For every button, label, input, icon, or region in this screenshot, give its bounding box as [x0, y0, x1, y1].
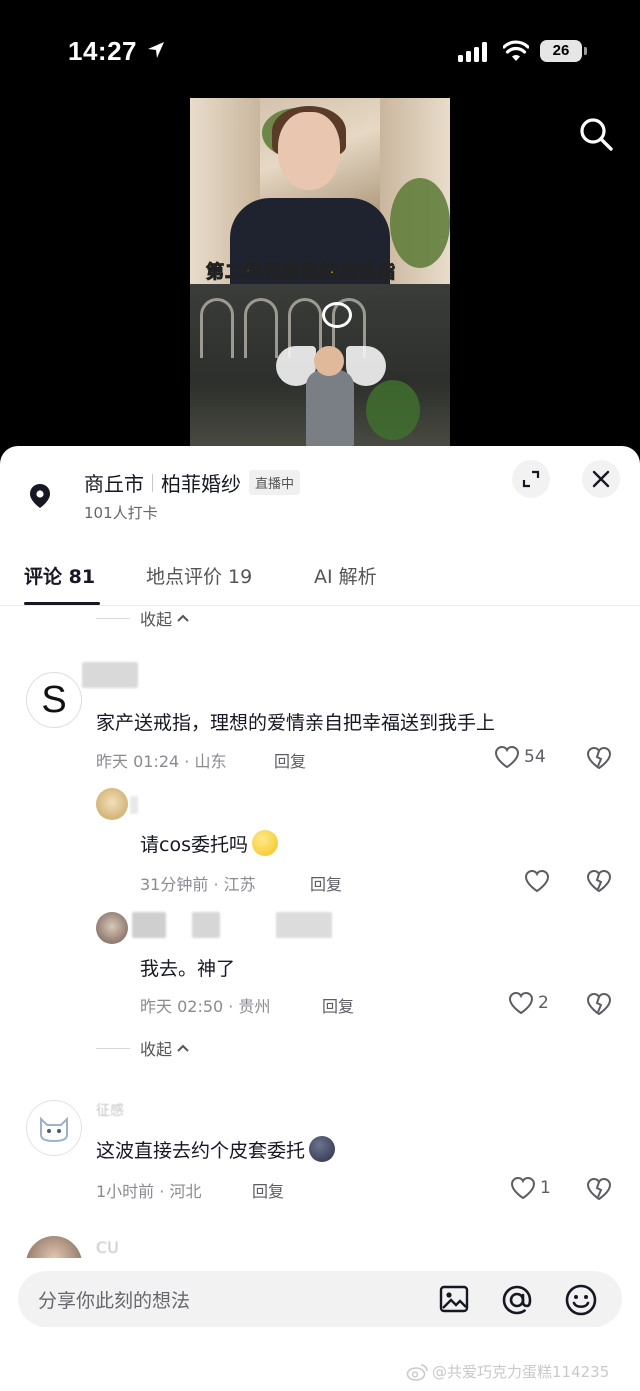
location-arrow-icon [148, 42, 164, 58]
emoji-icon[interactable] [564, 1283, 598, 1317]
status-time: 14:27 [68, 36, 137, 66]
tab-ai-analysis[interactable]: AI 解析 [314, 562, 377, 589]
like-count: 1 [540, 1178, 551, 1198]
person-face [278, 112, 340, 190]
plant-decoration [366, 380, 420, 440]
place-title[interactable]: 商丘市 柏菲婚纱 直播中 [84, 468, 301, 497]
place-city: 商丘市 [84, 472, 144, 496]
broken-heart-icon[interactable] [586, 1177, 612, 1201]
chevron-up-icon [177, 1044, 189, 1052]
comment-username[interactable]: CU [96, 1238, 119, 1257]
tab-place-reviews[interactable]: 地点评价 19 [146, 562, 252, 589]
username-redacted[interactable] [82, 662, 138, 688]
dancer-head [314, 346, 344, 376]
comment-meta: 昨天 01:24 · 山东 [96, 752, 227, 771]
smile-emoji-icon [251, 830, 278, 856]
username-redacted[interactable] [276, 912, 332, 938]
comment-meta: 1小时前 · 河北 [96, 1182, 202, 1201]
reply-text: 请cos委托吗 [140, 830, 278, 857]
like-button[interactable]: 54 [494, 745, 546, 769]
image-icon[interactable] [438, 1283, 470, 1315]
reply-button[interactable]: 回复 [322, 993, 354, 1017]
broken-heart-icon[interactable] [586, 869, 612, 893]
heart-icon [508, 991, 534, 1015]
avatar[interactable]: S [26, 672, 82, 728]
comment-input[interactable]: 分享你此刻的想法 [18, 1271, 622, 1327]
place-name: 柏菲婚纱 [161, 472, 241, 496]
battery-indicator: 26 [540, 40, 587, 62]
like-count: 2 [538, 993, 549, 1013]
username-redacted[interactable] [192, 912, 220, 938]
weibo-logo-icon [406, 1363, 428, 1381]
video-frame-top: 第二种兄弟姐妹送戒指 [190, 98, 450, 288]
watermark-text: @共爱巧克力蛋糕114235 [432, 1363, 610, 1381]
video-caption: 第二种兄弟姐妹送戒指 [206, 258, 396, 284]
like-button[interactable]: 1 [510, 1176, 551, 1200]
dancer-body [306, 370, 354, 448]
close-button[interactable] [582, 460, 620, 498]
reply-button[interactable]: 回复 [252, 1178, 284, 1202]
location-pin-icon [30, 484, 50, 508]
heart-icon[interactable] [524, 869, 550, 893]
tab-comments[interactable]: 评论 81 [24, 562, 95, 589]
comment-text: 这波直接去约个皮套委托 [96, 1136, 336, 1163]
collapse-label: 收起 [140, 610, 173, 629]
reply-button[interactable]: 回复 [274, 748, 306, 772]
video-frame-bottom [190, 284, 450, 448]
like-button[interactable]: 2 [508, 991, 549, 1015]
chevron-up-icon [177, 614, 189, 622]
expand-button[interactable] [512, 460, 550, 498]
avatar-letter: S [41, 678, 67, 721]
collapse-replies-button[interactable]: 收起 [96, 1036, 190, 1060]
cat-avatar-icon [40, 1116, 68, 1143]
video-player[interactable]: 第二种兄弟姐妹送戒指 [190, 98, 450, 448]
input-placeholder: 分享你此刻的想法 [38, 1290, 191, 1312]
divider [96, 617, 130, 619]
username-redacted[interactable] [132, 912, 166, 938]
plant-decoration [390, 178, 450, 268]
at-mention-icon[interactable] [500, 1283, 534, 1317]
signal-icon [458, 42, 487, 62]
arch [244, 298, 278, 358]
checkin-count: 101人打卡 [84, 504, 158, 522]
status-bar: 14:27 26 [0, 0, 640, 100]
search-icon[interactable] [578, 116, 614, 152]
avatar[interactable] [96, 912, 128, 944]
active-tab-indicator [24, 602, 100, 605]
wifi-icon [503, 40, 529, 61]
caption-highlight: 兄弟姐妹送戒指 [263, 262, 396, 284]
reply-text-content: 请cos委托吗 [140, 834, 248, 856]
reply-button[interactable]: 回复 [310, 871, 342, 895]
live-badge[interactable]: 直播中 [249, 470, 301, 495]
comment-text: 家产送戒指，理想的爱情亲自把幸福送到我手上 [96, 712, 496, 734]
arch [200, 298, 234, 358]
avatar[interactable] [26, 1100, 82, 1156]
broken-heart-icon[interactable] [586, 992, 612, 1016]
like-count: 54 [524, 747, 546, 767]
comment-panel: 商丘市 柏菲婚纱 直播中 101人打卡 评论 81 地点评价 19 AI 解析 … [0, 446, 640, 1391]
collapse-label: 收起 [140, 1040, 173, 1059]
reply-text: 我去。神了 [140, 958, 236, 980]
watermark: @共爱巧克力蛋糕114235 [406, 1361, 609, 1382]
broken-heart-icon[interactable] [586, 746, 612, 770]
divider [152, 473, 153, 492]
reply-meta: 昨天 02:50 · 贵州 [140, 997, 271, 1016]
expand-icon [522, 470, 540, 488]
divider [96, 1047, 130, 1049]
heart-icon [494, 745, 520, 769]
heart-icon [510, 1176, 536, 1200]
username-redacted[interactable] [130, 796, 138, 814]
avatar[interactable] [96, 788, 128, 820]
reply-meta: 31分钟前 · 江苏 [140, 875, 256, 894]
close-icon [592, 470, 610, 488]
moon-emoji-icon [309, 1136, 336, 1162]
tab-bar: 评论 81 地点评价 19 AI 解析 [0, 558, 640, 606]
caption-prefix: 第二种 [206, 262, 263, 284]
comment-username[interactable]: 征感 [96, 1100, 124, 1120]
comment-text-content: 这波直接去约个皮套委托 [96, 1140, 306, 1162]
heart-prop [322, 302, 352, 328]
collapse-replies-button[interactable]: 收起 [96, 606, 190, 630]
